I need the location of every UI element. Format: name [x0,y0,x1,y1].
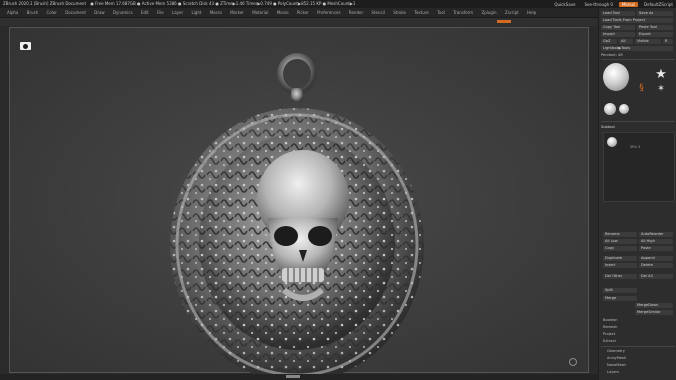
separator [601,346,675,347]
app-title: ZBrush 2020.1 [Brush] ZBrush Document [3,1,87,6]
subtool-menu-item[interactable]: All High [639,239,673,244]
subtool-menu-item[interactable]: Insert [603,263,637,268]
separator [601,59,675,60]
script-label[interactable]: DefaultZScript [641,2,676,7]
paste-tool-button[interactable]: Paste Tool [637,25,673,30]
subtool-menu-item[interactable]: MergeDown [635,303,673,308]
menu-item[interactable]: Help [527,10,536,15]
menu-bar: Alpha Brush Color Document Draw Dynamics… [0,8,676,18]
subtool-menu-item[interactable]: Merge [603,296,637,301]
menu-item[interactable]: File [157,10,164,15]
subtool-menu-item[interactable]: Split [603,288,637,293]
load-tool-button[interactable]: Load Tool [601,11,635,16]
menu-item[interactable]: Layer [172,10,183,15]
subtool-header[interactable]: Subtool [601,124,615,130]
menu-item[interactable]: Tool [437,10,445,15]
menu-item[interactable]: Edit [141,10,149,15]
tool-thumbnail[interactable] [603,63,629,91]
material-thumbnail[interactable] [604,103,616,115]
polymesh-icon[interactable]: § [637,84,646,93]
menu-item[interactable]: Picker [297,10,309,15]
menu-item[interactable]: Marker [230,10,244,15]
menu-item[interactable]: Dynamics [113,10,133,15]
subtool-spix: SPix 3 [630,145,641,149]
stats-readout: ● Free Mem 17.687GB ● Active Mem 5386 ● … [90,1,356,6]
bail-connector [291,88,303,102]
subtool-thumbnail[interactable] [607,137,617,147]
subtool-menu-item[interactable]: Del All [639,274,673,279]
lightbox-tools-button[interactable]: Lightbox▶Tools [601,46,673,51]
left-shelf [0,26,9,375]
subtool-menu-item[interactable]: All Low [603,239,637,244]
subtool-menu-item[interactable]: Copy [603,246,637,251]
navigation-gizmo-icon[interactable] [569,358,577,366]
subtool-menu-item[interactable]: Delete [639,263,673,268]
menu-item[interactable]: Zplugin [481,10,496,15]
bail-loop [277,53,317,95]
goz-visible-button[interactable]: Visible [635,39,661,44]
menu-item[interactable]: Texture [414,10,429,15]
timeline-marker[interactable] [286,375,300,378]
subtool-menu-item[interactable]: Rename [603,232,637,237]
menu-item[interactable]: Stencil [371,10,385,15]
separator [601,121,675,122]
palette-group-nanomesh[interactable]: NanoMesh [607,363,626,368]
menus-button[interactable]: Menus [618,1,639,7]
simplebrush-icon[interactable]: ★ [654,68,668,82]
pendant-model[interactable] [10,28,590,374]
subtool-group[interactable]: Boolean [603,318,618,323]
menu-item[interactable]: Stroke [393,10,406,15]
menu-item[interactable]: Movie [277,10,289,15]
active-shelf-indicator [497,20,511,23]
subtool-menu-item[interactable]: Del Other [603,274,637,279]
subtool-group[interactable]: Extract [603,339,616,344]
menu-item[interactable]: Document [65,10,86,15]
menu-item[interactable]: Preferences [317,10,341,15]
bottom-shelf [0,374,676,380]
subtool-menu-item[interactable]: Paste [639,246,673,251]
import-button[interactable]: Import [601,32,635,37]
menu-item[interactable]: Draw [94,10,104,15]
menu-item[interactable]: Render [349,10,363,15]
camera-icon[interactable] [20,42,31,50]
copy-tool-button[interactable]: Copy Tool [601,25,635,30]
viewport-canvas[interactable] [9,27,590,374]
subtool-list[interactable]: SPix 3 [603,132,675,202]
menu-item[interactable]: Brush [27,10,39,15]
palette-group-layers[interactable]: Layers [607,370,619,375]
tool-palette: Load Tool Save As Load Tools From Projec… [598,8,676,380]
export-button[interactable]: Export [637,32,673,37]
right-shelf [590,26,598,375]
subtool-group[interactable]: Remesh [603,325,617,330]
star-icon[interactable]: ✶ [656,84,666,94]
menu-item[interactable]: Alpha [7,10,18,15]
menu-item[interactable]: Zscript [505,10,519,15]
load-from-project-button[interactable]: Load Tools From Project [601,18,673,23]
goz-all-button[interactable]: All [619,39,633,44]
menu-item[interactable]: Transform [453,10,473,15]
subtool-menu-item[interactable]: MergeSimilar [635,310,673,315]
menu-item[interactable]: Material [252,10,268,15]
subtool-menu-item[interactable]: AutoReorder [639,232,673,237]
subtool-group[interactable]: Project [603,332,615,337]
goz-r-button[interactable]: R [663,39,673,44]
goz-button[interactable]: GoZ [601,39,617,44]
current-tool-label: Pendant: 48 [601,53,623,57]
menu-item[interactable]: Macro [210,10,222,15]
subtool-menu-item[interactable]: Append [639,256,673,261]
window-controls: QuickSave See-through 0 Menus DefaultZSc… [551,0,676,8]
material-thumbnail-2[interactable] [619,104,629,114]
palette-group-arraymesh[interactable]: ArrayMesh [607,356,626,361]
menu-item[interactable]: Light [191,10,201,15]
save-as-button[interactable]: Save As [637,11,673,16]
menu-item[interactable]: Color [46,10,56,15]
palette-group-geometry[interactable]: Geometry [607,349,625,354]
see-through-slider[interactable]: See-through 0 [582,2,616,7]
subtool-menu-item[interactable]: Duplicate [603,256,637,261]
quicksave-button[interactable]: QuickSave [551,2,578,7]
